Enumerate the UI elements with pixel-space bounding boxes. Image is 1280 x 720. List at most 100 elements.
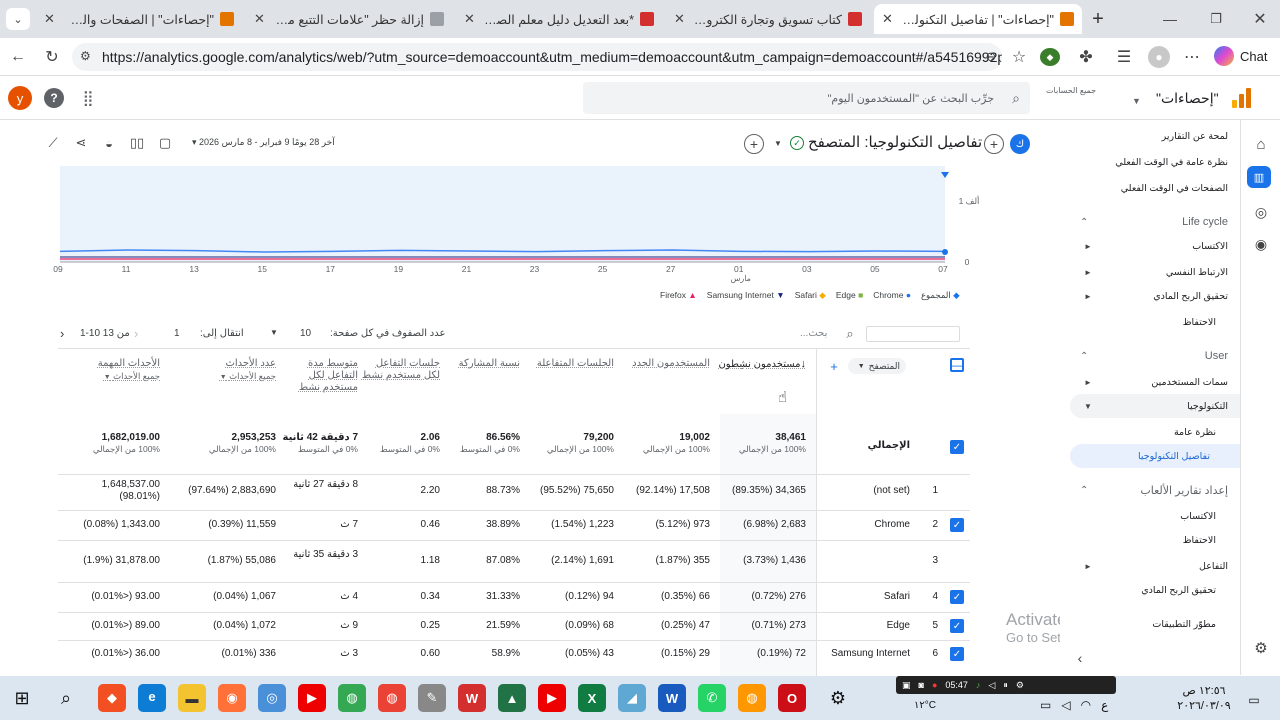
tab-close-icon[interactable]: ✕: [882, 11, 893, 27]
help-icon[interactable]: ?: [44, 88, 64, 108]
goto-input[interactable]: 1: [174, 328, 180, 339]
sidebar-item[interactable]: User ⌃: [1070, 344, 1240, 368]
edit-icon[interactable]: ▢: [156, 134, 174, 152]
firefox-icon[interactable]: ◉: [218, 684, 246, 712]
new-tab-button[interactable]: +: [1088, 8, 1108, 30]
windows-start-icon[interactable]: ⊞: [12, 688, 32, 708]
menu-dots-icon[interactable]: ⋯: [1182, 47, 1202, 67]
table-search-input[interactable]: بحث...: [800, 328, 827, 339]
add-filter-button[interactable]: +: [984, 134, 1004, 154]
wifi-icon[interactable]: ◠: [1081, 698, 1091, 712]
row-checkbox[interactable]: ✓: [950, 619, 964, 633]
battery-icon[interactable]: ▭: [1040, 698, 1051, 712]
youtube-2-icon[interactable]: ▶: [538, 684, 566, 712]
sidebar-item[interactable]: الاحتفاظ: [1070, 528, 1240, 552]
sidebar-item[interactable]: الاكتساب ►: [1070, 234, 1240, 258]
row-checkbox[interactable]: ✓: [950, 590, 964, 604]
sidebar-item[interactable]: الصفحات في الوقت الفعلي: [1070, 176, 1240, 200]
favorites-icon[interactable]: ☰: [1114, 47, 1134, 67]
settings-app-icon[interactable]: ⚙: [824, 684, 852, 712]
legend-item[interactable]: ● Chrome: [873, 290, 911, 301]
table-row[interactable]: ✓ 5 Edge 273 (0.71%) 47 (0.25%) 68 (0.09%) 21.…: [58, 612, 970, 640]
url-field[interactable]: ⚙ https://analytics.google.com/analytics…: [72, 43, 1002, 71]
pause-icon[interactable]: ⏸: [1003, 680, 1008, 691]
admin-gear-icon[interactable]: ⚙: [1251, 638, 1271, 658]
sidebar-item[interactable]: الاكتساب: [1070, 504, 1240, 528]
sidebar-item[interactable]: نظرة عامة في الوقت الفعلي: [1070, 150, 1240, 174]
record-icon[interactable]: ●: [932, 680, 937, 690]
minimize-icon[interactable]: —: [1160, 8, 1180, 30]
legend-item[interactable]: ▲ Firefox: [660, 290, 697, 301]
extensions-puzzle-icon[interactable]: ✤: [1076, 47, 1096, 67]
tab-3[interactable]: *بعد التعديل دليل معلم الصف ال ✕: [456, 4, 662, 34]
sidebar-item[interactable]: مطوّر التطبيقات: [1070, 612, 1240, 636]
copilot-app-icon[interactable]: ◆: [98, 684, 126, 712]
opera-icon[interactable]: O: [778, 684, 806, 712]
table-top-input[interactable]: [866, 326, 960, 342]
wps-icon[interactable]: W: [458, 684, 486, 712]
row-checkbox-empty[interactable]: [950, 484, 964, 498]
home-icon[interactable]: ⌂: [1251, 134, 1271, 154]
camera-icon[interactable]: ◙: [919, 680, 924, 690]
next-page-icon[interactable]: ‹: [134, 326, 138, 341]
volume-icon[interactable]: ◁: [1061, 698, 1070, 712]
ga-search-input[interactable]: جرِّب البحث عن "المستخدمون اليوم" ⌕: [583, 82, 1030, 114]
tab-2[interactable]: إزالة حظر "علامات التتبع من Google ✕: [246, 4, 452, 34]
sidebar-item[interactable]: التفاعل ►: [1070, 554, 1240, 578]
language-icon[interactable]: ع: [1101, 698, 1108, 712]
account-avatar[interactable]: y: [8, 86, 32, 110]
rows-per-page-chevron-icon[interactable]: ▼: [270, 328, 278, 337]
app-icon[interactable]: ✎: [418, 684, 446, 712]
legend-item[interactable]: ■ Edge: [836, 290, 863, 301]
chrome-icon[interactable]: ◍: [338, 684, 366, 712]
screenshot-icon[interactable]: ▣: [902, 680, 911, 691]
column-header[interactable]: الجلسات المتفاعلة: [524, 358, 614, 370]
tab-close-icon[interactable]: ✕: [674, 11, 685, 27]
row-checkbox[interactable]: ✓: [950, 518, 964, 532]
bookmark-star-icon[interactable]: ☆: [1010, 47, 1028, 67]
column-header[interactable]: ↓مستخدمون نشِطون: [716, 358, 806, 371]
dimension-selector[interactable]: ▼ المتصفح: [848, 358, 906, 374]
compare-icon[interactable]: ◒: [100, 134, 118, 152]
word-icon[interactable]: W: [658, 684, 686, 712]
sidebar-item[interactable]: التكنولوجيا ▼: [1070, 394, 1240, 418]
sidebar-item[interactable]: الاحتفاظ: [1070, 310, 1240, 334]
column-header[interactable]: متوسط مدة التفاعل لكل مستخدم نشط: [278, 358, 358, 394]
legend-item[interactable]: ◆ المجموع: [921, 290, 960, 301]
total-checkbox[interactable]: ✓: [950, 440, 964, 454]
chrome-beta-icon[interactable]: ◍: [378, 684, 406, 712]
column-sub-selector[interactable]: جميع الأحداث ▼: [60, 370, 160, 384]
tab-4[interactable]: كتاب تسويق وتجارة الكترونية الص ✕: [666, 4, 870, 34]
extension-icon[interactable]: ◆: [1040, 48, 1060, 66]
youtube-icon[interactable]: ▶: [298, 684, 326, 712]
explore-icon[interactable]: ◎: [1251, 202, 1271, 222]
back-arrow-icon[interactable]: ←: [8, 47, 28, 67]
customize-icon[interactable]: ▯▯: [128, 134, 146, 152]
rows-per-page-select[interactable]: 10: [300, 328, 311, 339]
row-checkbox[interactable]: ✓: [950, 647, 964, 661]
sidebar-item[interactable]: تحقيق الربح المادي: [1070, 578, 1240, 602]
whatsapp-icon[interactable]: ✆: [698, 684, 726, 712]
site-info-icon[interactable]: ⚙: [80, 49, 91, 63]
title-dropdown-icon[interactable]: ▼: [772, 136, 784, 150]
chrome-2-icon[interactable]: ◍: [738, 684, 766, 712]
tab-close-icon[interactable]: ✕: [254, 11, 265, 27]
speaker-icon[interactable]: ◁: [988, 680, 995, 691]
insights-icon[interactable]: ⟋: [44, 134, 62, 152]
row-checkbox-empty[interactable]: [950, 554, 964, 568]
apps-grid-icon[interactable]: ⣿: [78, 88, 98, 108]
legend-item[interactable]: ▼ Samsung Internet: [707, 290, 785, 301]
restore-icon[interactable]: ❐: [1206, 8, 1226, 30]
column-header[interactable]: المستخدمون الجدد: [620, 358, 710, 370]
table-row[interactable]: ✓ 2 Chrome 2,683 (6.98%) 973 (5.12%) 1,223 (1…: [58, 510, 970, 540]
collapse-sidebar-icon[interactable]: ‹: [1072, 648, 1088, 668]
zoom-icon[interactable]: ⊖: [982, 47, 1000, 67]
sidebar-item[interactable]: إعداد تقارير الألعاب ⌃: [1070, 478, 1240, 502]
camera-app-icon[interactable]: ◎: [258, 684, 286, 712]
chart-app-icon[interactable]: ▲: [498, 684, 526, 712]
column-sub-selector[interactable]: جميع الأحداث ▼: [176, 370, 276, 384]
prev-page-icon[interactable]: ‹: [60, 326, 64, 341]
excel-icon[interactable]: X: [578, 684, 606, 712]
add-dimension-button[interactable]: +: [828, 358, 840, 374]
sidebar-item[interactable]: الارتباط النفسي ►: [1070, 260, 1240, 284]
